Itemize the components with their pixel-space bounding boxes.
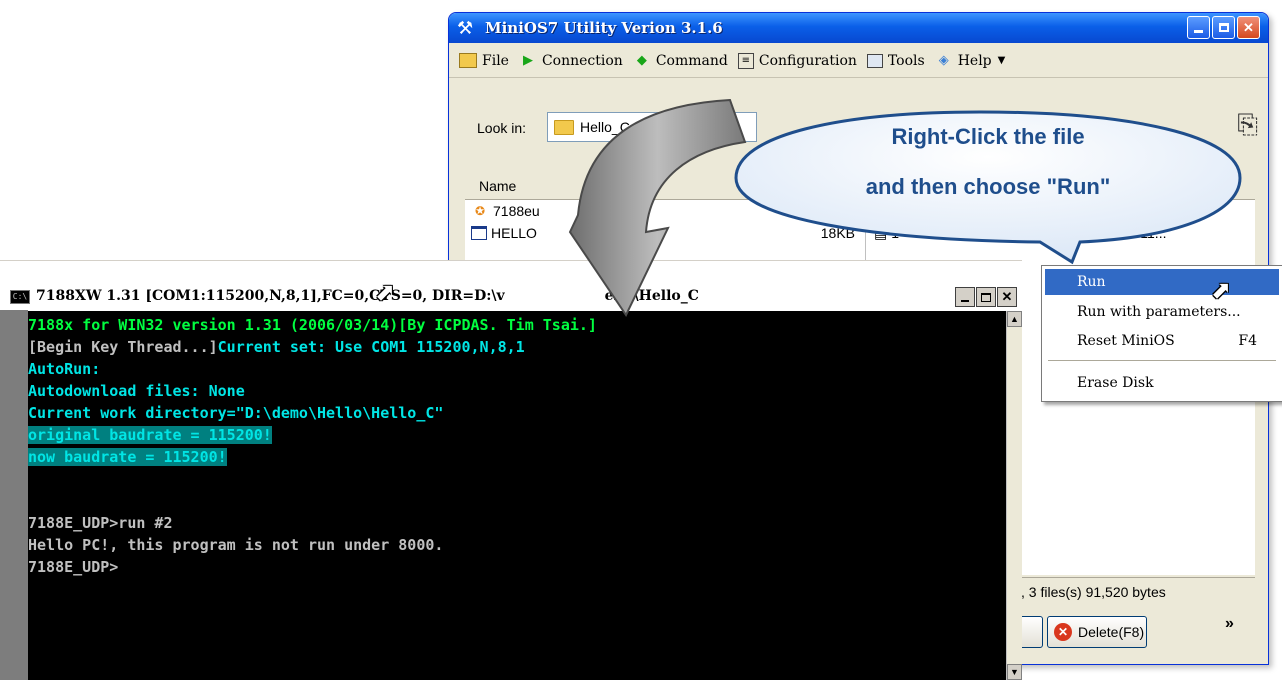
document-icon: ▤ — [874, 224, 888, 241]
menu-connection-label: Connection — [541, 52, 623, 69]
console-line: [Begin Key Thread...]Current set: Use CO… — [28, 336, 1008, 358]
callout-line-1: Right-Click the file — [891, 124, 1085, 149]
remote-date: 2007/11... — [1105, 225, 1167, 241]
look-in-label: Look in: — [477, 120, 527, 136]
table-row[interactable]: ...8 2006/7/28 — [866, 200, 1163, 222]
help-icon: ◈ — [938, 53, 949, 68]
menu-help-label: Help — [957, 52, 992, 69]
toolbar-button[interactable] — [1019, 616, 1043, 648]
table-row[interactable]: ▤ 1 vcom322... 72,134 2007/11... — [866, 222, 1166, 244]
minios7-menu-bar: File ▶ Connection ◆ Command ≡ Configurat… — [449, 44, 1268, 78]
delete-label: Delete(F8) — [1078, 624, 1145, 640]
console-minimize-button[interactable] — [955, 287, 975, 307]
highlighted-text: original baudrate = 115200! — [28, 426, 272, 444]
remote-no: 1 — [891, 225, 900, 241]
console-scrollbar[interactable]: ▲ ▼ — [1006, 311, 1022, 680]
console-line: original baudrate = 115200! — [28, 424, 1008, 446]
console-line: AutoRun: — [28, 360, 101, 378]
console-line: 7188x for WIN32 version 1.31 (2006/03/14… — [28, 316, 597, 334]
look-in-value: Hello_C — [580, 119, 630, 135]
menu-command[interactable]: ◆ Command — [633, 52, 728, 70]
console-app-icon: C:\ — [10, 290, 30, 304]
context-menu: Run Run with parameters... Reset MiniOS … — [1041, 265, 1282, 402]
menu-separator — [1048, 360, 1276, 361]
command-icon: ◆ — [636, 53, 647, 68]
run-with-parameters-label: Run with parameters... — [1077, 304, 1241, 320]
minios7-window-title: MiniOS7 Utility Verion 3.1.6 — [485, 19, 723, 37]
menu-file[interactable]: File — [459, 53, 509, 69]
close-button[interactable]: ✕ — [1237, 16, 1260, 39]
console-title-bar[interactable]: C:\ 7188XW 1.31 [COM1:115200,N,8,1],FC=0… — [0, 284, 1022, 310]
console-window: C:\ 7188XW 1.31 [COM1:115200,N,8,1],FC=0… — [0, 260, 1022, 680]
remote-size: 72,134 — [1052, 225, 1096, 241]
file-name: 7188eu — [493, 203, 540, 219]
console-line: Hello PC!, this program is not run under… — [28, 536, 444, 554]
context-menu-run-with-parameters[interactable]: Run with parameters... — [1045, 299, 1279, 325]
menu-command-label: Command — [655, 52, 728, 69]
menu-tools-label: Tools — [887, 52, 925, 69]
look-in-combo[interactable]: Hello_C — [547, 112, 757, 142]
mouse-cursor-icon: ⬈ — [1211, 277, 1232, 304]
column-name[interactable]: Name — [479, 178, 516, 194]
console-window-title: 7188XW 1.31 [COM1:115200,N,8,1],FC=0,CTS… — [36, 288, 699, 304]
maximize-button[interactable] — [1212, 16, 1235, 39]
mouse-cursor-icon: ⬈ — [375, 279, 396, 306]
console-line: now baudrate = 115200! — [28, 446, 1008, 468]
console-line-part: Current set: Use COM1 115200,N,8,1 — [217, 338, 525, 356]
erase-disk-label: Erase Disk — [1077, 375, 1154, 391]
reset-minios-label: Reset MiniOS — [1077, 333, 1175, 349]
highlighted-text: now baudrate = 115200! — [28, 448, 227, 466]
delete-icon: ✕ — [1054, 623, 1072, 641]
menu-connection[interactable]: ▶ Connection — [519, 52, 623, 70]
scroll-down-arrow-icon[interactable]: ▼ — [1007, 664, 1022, 680]
delete-button[interactable]: ✕ Delete(F8) — [1047, 616, 1147, 648]
run-label: Run — [1077, 274, 1106, 290]
menu-configuration[interactable]: ≡ Configuration — [737, 52, 857, 69]
menu-tools[interactable]: Tools — [866, 52, 925, 69]
folder-connect-icon — [459, 53, 477, 68]
console-line: 7188E_UDP>run #2 — [28, 514, 173, 532]
scroll-up-arrow-icon[interactable]: ▲ — [1007, 311, 1022, 327]
chevron-down-icon: ▼ — [997, 55, 1006, 66]
play-icon: ▶ — [522, 53, 533, 68]
context-menu-run[interactable]: Run — [1045, 269, 1279, 295]
console-frame — [0, 284, 28, 680]
menu-file-label: File — [482, 52, 509, 69]
file-name: HELLO — [491, 225, 537, 241]
console-line: Autodownload files: None — [28, 382, 245, 400]
menu-configuration-label: Configuration — [758, 52, 857, 69]
minios7-title-bar[interactable]: ⚒ MiniOS7 Utility Verion 3.1.6 ✕ — [449, 13, 1268, 43]
folder-icon — [554, 119, 574, 135]
console-line-part: [Begin Key Thread...] — [28, 338, 218, 356]
minios7-app-icon: ⚒ — [457, 18, 474, 38]
callout-line-2: and then choose "Run" — [865, 174, 1111, 199]
remote-date: 2006/7/28 — [1100, 203, 1163, 219]
tools-icon — [866, 53, 883, 68]
exe-window-icon — [471, 226, 487, 240]
console-screen[interactable]: 7188x for WIN32 version 1.31 (2006/03/14… — [28, 311, 1008, 680]
file-size: 18KB — [820, 225, 855, 241]
configuration-icon: ≡ — [737, 52, 754, 69]
reset-minios-shortcut: F4 — [1238, 333, 1257, 349]
transfer-icon[interactable]: ⎘ — [1237, 109, 1258, 141]
remote-name: vcom322... — [931, 225, 1000, 241]
context-menu-erase-disk[interactable]: Erase Disk — [1045, 370, 1279, 396]
remote-size: ...8 — [1066, 203, 1086, 219]
status-text: , 3 files(s) 91,520 bytes — [1021, 584, 1166, 600]
console-close-button[interactable]: ✕ — [997, 287, 1017, 307]
console-line: Current work directory="D:\demo\Hello\He… — [28, 404, 444, 422]
context-menu-reset-minios[interactable]: Reset MiniOS F4 — [1045, 328, 1279, 354]
console-title-part2: ello\Hello_C — [604, 288, 699, 304]
minimize-button[interactable] — [1187, 16, 1210, 39]
more-chevron-icon[interactable]: » — [1225, 615, 1234, 633]
program-icon: ✪ — [474, 204, 486, 218]
column-modified[interactable]: dified — [1205, 178, 1238, 194]
menu-help[interactable]: ◈ Help ▼ — [935, 52, 1006, 70]
console-maximize-button[interactable] — [976, 287, 996, 307]
console-line: 7188E_UDP> — [28, 558, 119, 576]
console-title-part1: 7188XW 1.31 [COM1:115200,N,8,1],FC=0,CTS… — [36, 288, 505, 304]
